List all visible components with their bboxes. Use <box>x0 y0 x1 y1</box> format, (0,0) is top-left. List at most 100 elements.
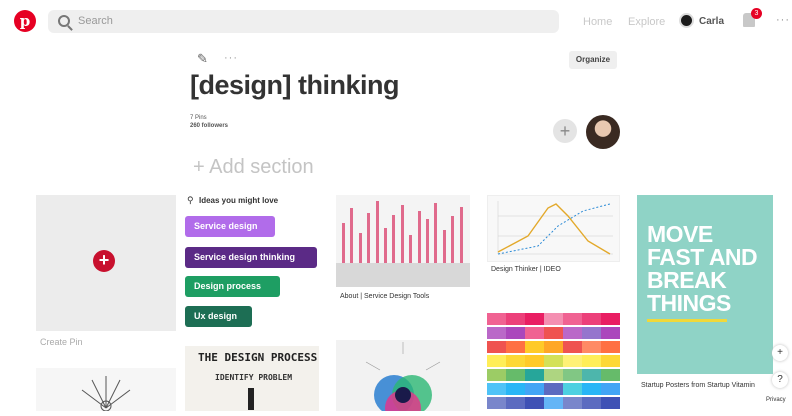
board-owner-avatar[interactable] <box>586 115 620 149</box>
pinterest-logo-icon[interactable]: p <box>14 10 36 32</box>
privacy-link[interactable]: Privacy <box>766 397 786 403</box>
color-swatch <box>525 383 544 395</box>
pin-service-design-tools[interactable] <box>336 195 470 287</box>
chart-base <box>336 263 470 287</box>
color-swatch <box>506 327 525 339</box>
color-swatch <box>487 355 506 367</box>
color-swatch <box>487 397 506 409</box>
nav-home[interactable]: Home <box>583 16 612 28</box>
pin-design-process[interactable]: THE DESIGN PROCESS IDENTIFY PROBLEM <box>185 346 319 411</box>
decorative-bar <box>342 223 345 263</box>
plus-icon: + <box>93 250 115 272</box>
curve-diagram <box>497 201 613 255</box>
decorative-bar <box>451 216 455 263</box>
decorative-bar <box>417 211 421 263</box>
decorative-bar <box>367 213 371 263</box>
decorative-bar <box>392 215 396 263</box>
color-swatch <box>544 397 563 409</box>
color-swatch <box>487 383 506 395</box>
pin-venn-diagram[interactable] <box>336 340 470 411</box>
color-swatch <box>563 355 582 367</box>
color-swatch <box>506 383 525 395</box>
decorative-bar <box>384 228 387 263</box>
help-button[interactable]: ? <box>772 372 788 388</box>
create-pin-card[interactable]: + <box>36 195 176 331</box>
color-swatch <box>506 341 525 353</box>
color-swatch <box>601 369 620 381</box>
edit-board-icon[interactable]: ✎ <box>197 51 208 67</box>
add-collaborator-button[interactable]: + <box>553 119 577 143</box>
color-swatch <box>487 369 506 381</box>
color-swatch <box>544 313 563 325</box>
organize-button[interactable]: Organize <box>569 51 617 69</box>
color-swatch <box>544 327 563 339</box>
color-swatch <box>601 313 620 325</box>
poster-underline <box>647 319 727 322</box>
color-swatch <box>506 313 525 325</box>
color-swatch <box>506 369 525 381</box>
pins-count: 7 Pins <box>190 115 207 121</box>
followers-count[interactable]: 260 followers <box>190 122 228 130</box>
poster-line: FAST AND <box>647 244 758 270</box>
pin-caption[interactable]: About | Service Design Tools <box>340 293 429 300</box>
decorative-bar <box>426 219 429 263</box>
color-swatch <box>544 369 563 381</box>
color-swatch <box>582 355 601 367</box>
decorative-bar <box>434 203 438 263</box>
idea-chip-ux-design[interactable]: Ux design <box>185 306 252 327</box>
color-swatch <box>525 313 544 325</box>
board-more-icon[interactable]: ··· <box>224 52 238 64</box>
color-swatch <box>525 355 544 367</box>
poster-text: MOVE FAST AND BREAK THINGS <box>647 221 758 316</box>
color-swatch <box>487 313 506 325</box>
nav-explore[interactable]: Explore <box>628 16 665 28</box>
poster-line: MOVE <box>647 221 713 247</box>
color-swatch <box>563 313 582 325</box>
pin-color-grid[interactable] <box>487 313 620 411</box>
color-swatch <box>601 383 620 395</box>
create-pin-label: Create Pin <box>40 337 83 347</box>
pin-caption[interactable]: Design Thinker | IDEO <box>491 266 561 273</box>
decorative-bar <box>358 233 362 263</box>
ideas-heading: Ideas you might love <box>199 196 279 205</box>
color-swatch <box>601 327 620 339</box>
pin-text: THE DESIGN PROCESS <box>198 351 318 364</box>
venn-illustration <box>365 342 441 411</box>
pin-design-thinker-ideo[interactable] <box>487 195 620 262</box>
more-options-icon[interactable]: ··· <box>776 14 790 26</box>
pin-caption[interactable]: Startup Posters from Startup Vitamin <box>641 381 771 390</box>
avatar[interactable] <box>679 13 694 28</box>
color-swatch <box>544 341 563 353</box>
decorative-bar <box>400 205 404 263</box>
color-swatch <box>563 369 582 381</box>
arrow-shape <box>248 388 254 410</box>
add-section-button[interactable]: + Add section <box>193 156 314 179</box>
idea-chip-service-design-thinking[interactable]: Service design thinking <box>185 247 317 268</box>
pin-move-fast-poster[interactable]: MOVE FAST AND BREAK THINGS <box>637 195 773 374</box>
color-swatch <box>487 341 506 353</box>
decorative-bar <box>442 230 446 263</box>
color-swatch <box>582 397 601 409</box>
color-swatch <box>525 327 544 339</box>
color-swatch <box>582 369 601 381</box>
idea-chip-service-design[interactable]: Service design <box>185 216 275 237</box>
color-swatch <box>544 383 563 395</box>
color-swatch <box>601 397 620 409</box>
color-swatch <box>582 383 601 395</box>
color-swatch <box>563 327 582 339</box>
search-input[interactable]: Search <box>48 10 559 33</box>
user-name-link[interactable]: Carla <box>699 16 724 27</box>
search-placeholder: Search <box>78 15 113 27</box>
color-swatch <box>525 397 544 409</box>
decorative-bar <box>409 235 413 263</box>
decorative-bar <box>459 207 463 263</box>
color-swatch <box>582 327 601 339</box>
pin-text: IDENTIFY PROBLEM <box>215 373 293 382</box>
add-pin-floating-button[interactable]: + <box>772 345 788 361</box>
pin-image[interactable] <box>36 368 176 412</box>
board-stats: 7 Pins 260 followers <box>190 114 228 130</box>
poster-line: THINGS <box>647 290 731 316</box>
sunburst-illustration <box>81 376 131 412</box>
color-swatch <box>525 341 544 353</box>
idea-chip-design-process[interactable]: Design process <box>185 276 280 297</box>
